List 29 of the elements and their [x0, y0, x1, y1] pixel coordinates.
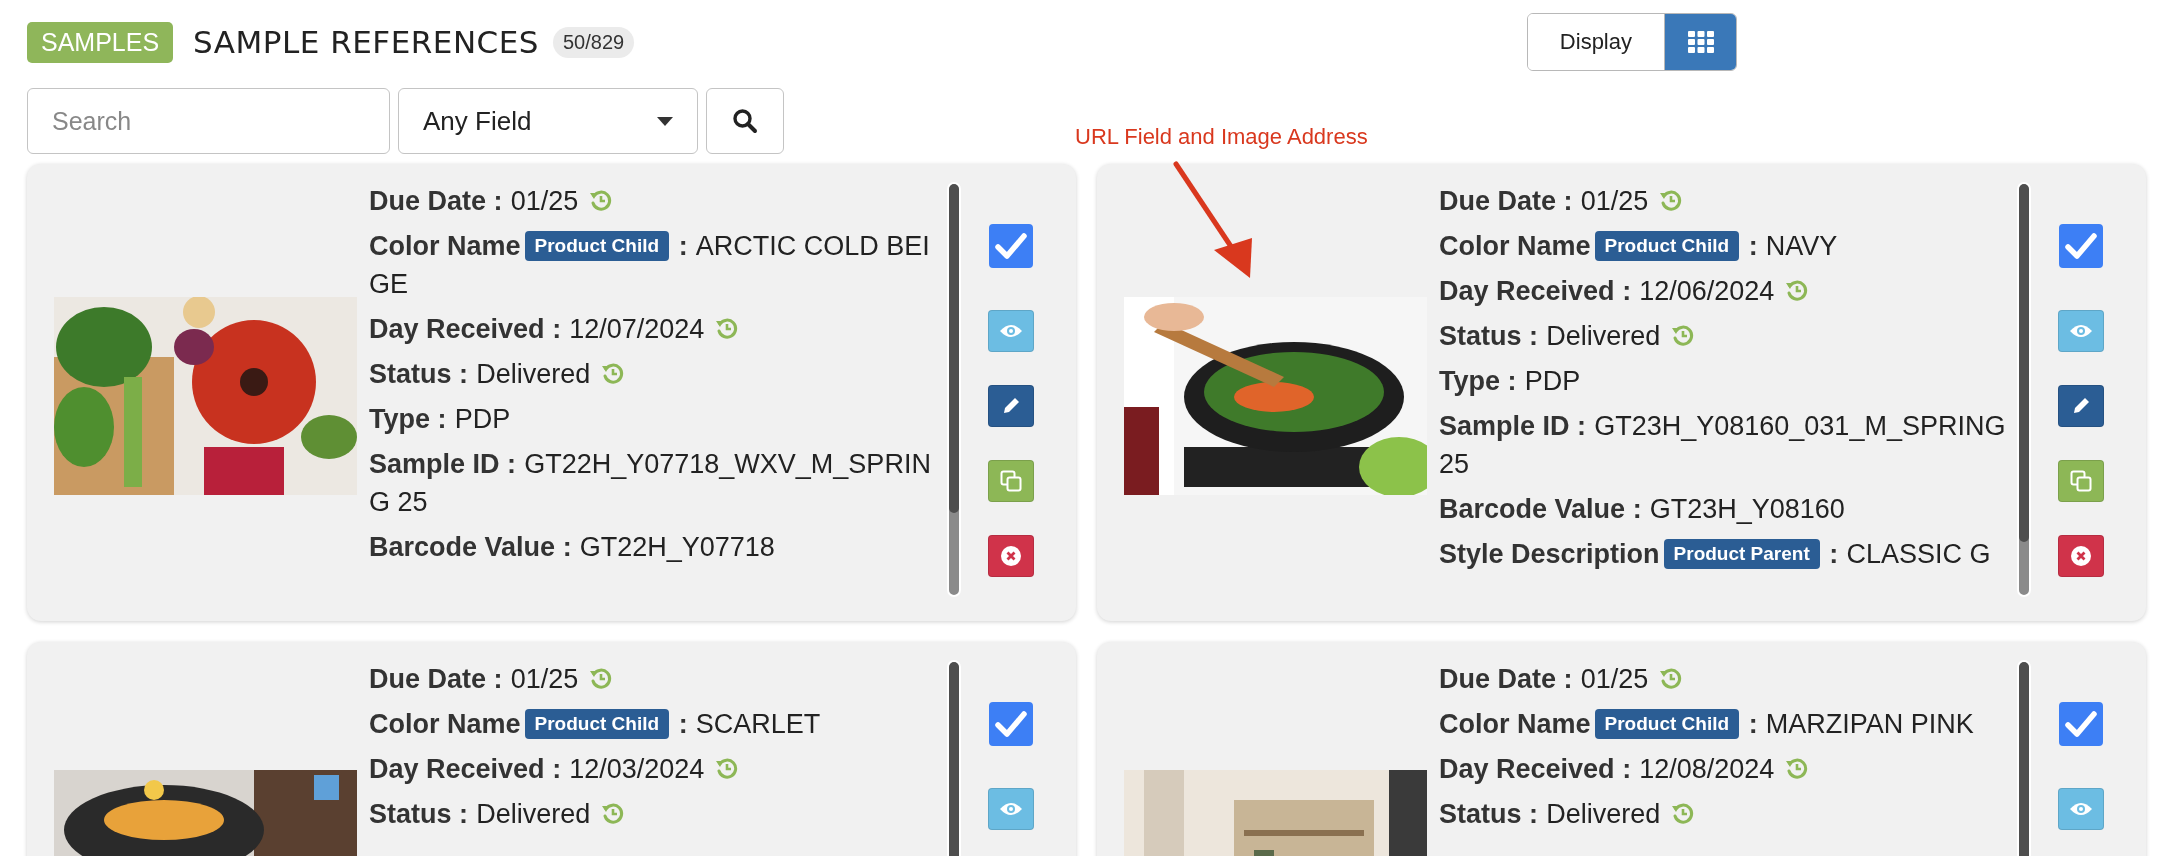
field-line: Day Received : 12/08/2024	[1439, 750, 2007, 788]
search-field[interactable]: Search	[27, 88, 390, 154]
count-badge: 50/829	[553, 26, 635, 58]
section-badge: SAMPLES	[27, 21, 174, 63]
field-line: Type : PDP	[369, 403, 512, 436]
field-line: Status : Delivered	[369, 795, 937, 833]
field-line: Due Date : 01/25	[369, 660, 937, 698]
field-line: Sample ID : GT23H_Y08160_031_M_SPRING 25	[1439, 410, 2007, 481]
field-line: Color Name Product Child : SCARLET	[369, 708, 822, 741]
field-select[interactable]: Any Field	[398, 88, 698, 154]
page-title: SAMPLE REFERENCES	[193, 24, 539, 60]
field-line: Sample ID : GT22H_Y07718_WXV_M_SPRING 25	[369, 448, 932, 519]
field-line: Barcode Value : GT23H_Y08160	[1439, 493, 1846, 526]
field-line: Type : PDP	[1439, 365, 1582, 398]
field-line: Due Date : 01/25	[369, 182, 937, 220]
field-line: Status : Delivered	[1439, 317, 2007, 355]
field-line: Status : Delivered	[1439, 795, 2007, 833]
field-line: Day Received : 12/07/2024	[369, 310, 937, 348]
field-line: Day Received : 12/06/2024	[1439, 272, 2007, 310]
annotation-text: URL Field and Image Address	[1075, 124, 1368, 150]
field-line: Status : Delivered	[369, 355, 937, 393]
field-line: Color Name Product Child : ARCTIC COLD BEIGE	[369, 230, 931, 301]
field-line: Due Date : 01/25	[1439, 182, 2007, 220]
field-line: Color Name Product Child : NAVY	[1439, 230, 1839, 263]
field-line: Color Name Product Child : MARZIPAN PINK	[1439, 708, 1975, 741]
field-line: Day Received : 12/03/2024	[369, 750, 937, 788]
field-line: Style Description Product Parent : CLASSIC G	[1439, 538, 1992, 571]
field-line: Due Date : 01/25	[1439, 660, 2007, 698]
field-line: Barcode Value : GT22H_Y07718	[369, 531, 776, 564]
